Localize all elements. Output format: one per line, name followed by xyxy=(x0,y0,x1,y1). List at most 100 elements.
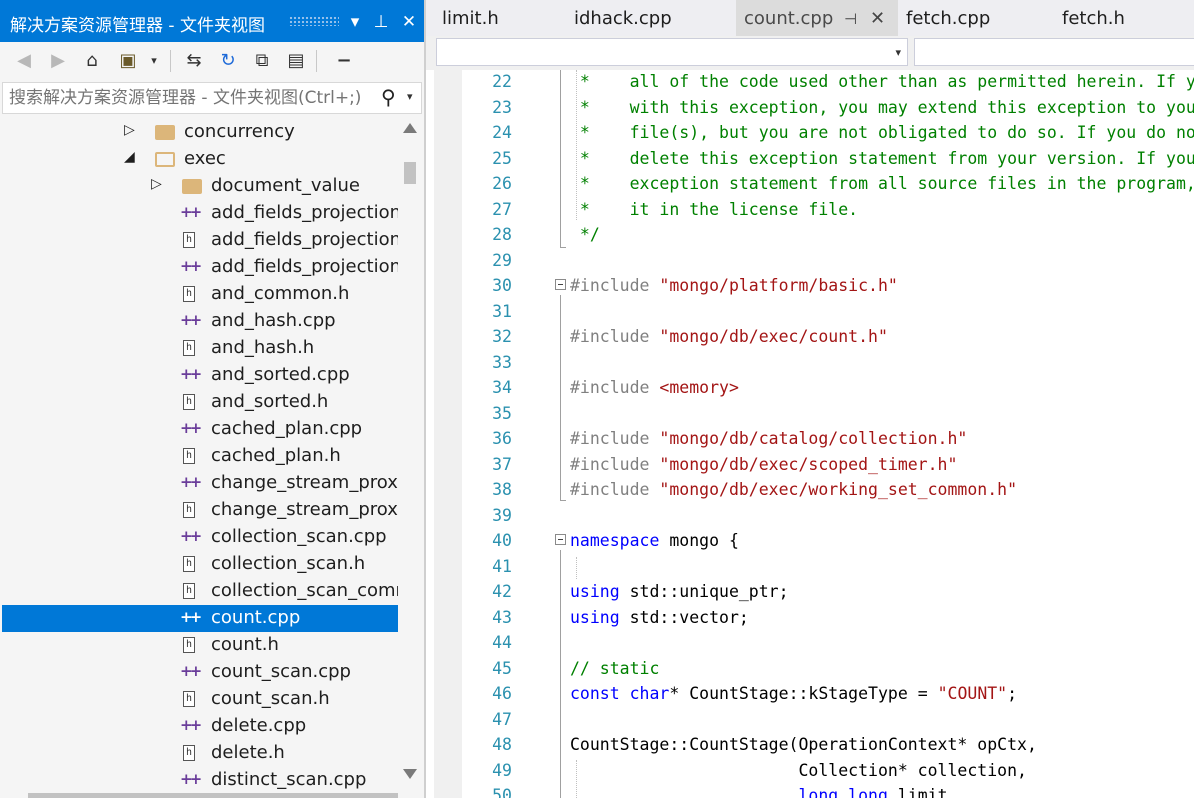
code-line[interactable]: 50 long long limit, xyxy=(462,783,1194,798)
code-line[interactable]: 25 * delete this exception statement fro… xyxy=(462,146,1194,171)
properties-icon[interactable]: − xyxy=(330,48,358,74)
tree-file-item[interactable]: h add_fields_projection_ xyxy=(2,227,398,254)
tab-limit-h[interactable]: limit.h xyxy=(434,0,558,36)
search-icon[interactable]: ⚲ xyxy=(381,85,396,109)
code-editor[interactable]: 22 * all of the code used other than as … xyxy=(462,70,1194,798)
code-line[interactable]: 40 namespace mongo { xyxy=(462,528,1194,553)
code-line[interactable]: 30 #include "mongo/platform/basic.h" xyxy=(462,273,1194,298)
close-panel-button[interactable]: ✕ xyxy=(398,9,420,35)
code-line[interactable]: 28 */ xyxy=(462,222,1194,247)
tree-file-item[interactable]: ++ delete.cpp xyxy=(2,713,398,740)
scrollbar-thumb[interactable] xyxy=(404,162,416,184)
code-line[interactable]: 48 CountStage::CountStage(OperationContex… xyxy=(462,732,1194,757)
collapsed-arrow-icon[interactable]: ▷ xyxy=(151,176,162,192)
tree-vertical-scrollbar[interactable] xyxy=(400,118,422,798)
outline-guide xyxy=(560,500,566,501)
tree-file-item[interactable]: h and_hash.h xyxy=(2,335,398,362)
code-line[interactable]: 44 xyxy=(462,630,1194,655)
code-line[interactable]: 41 xyxy=(462,554,1194,579)
expanded-arrow-icon[interactable]: ◢ xyxy=(124,149,135,165)
code-line[interactable]: 47 xyxy=(462,707,1194,732)
tree-file-item[interactable]: h change_stream_proxy xyxy=(2,497,398,524)
tree-file-item[interactable]: ++ and_sorted.cpp xyxy=(2,362,398,389)
tree-file-item[interactable]: h count_scan.h xyxy=(2,686,398,713)
tree-file-item[interactable]: ++ cached_plan.cpp xyxy=(2,416,398,443)
code-line[interactable]: 22 * all of the code used other than as … xyxy=(462,70,1194,94)
code-line[interactable]: 49 Collection* collection, xyxy=(462,758,1194,783)
pin-tab-icon[interactable]: ⊣ xyxy=(844,0,857,38)
back-icon[interactable]: ◀ xyxy=(10,48,38,74)
show-all-files-icon[interactable]: ▤ xyxy=(282,48,310,74)
switch-views-icon[interactable]: ▣ xyxy=(114,48,142,74)
member-dropdown[interactable] xyxy=(914,38,1194,66)
code-line[interactable]: 34 #include <memory> xyxy=(462,375,1194,400)
code-line[interactable]: 31 xyxy=(462,299,1194,324)
tree-item-label: distinct_scan.cpp xyxy=(211,769,367,790)
tree-folder-item[interactable]: ▷ document_value xyxy=(2,173,398,200)
code-token: * exception statement from all source fi… xyxy=(570,174,1194,193)
forward-icon[interactable]: ▶ xyxy=(44,48,72,74)
collapse-region-icon[interactable] xyxy=(555,279,566,290)
tree-file-item[interactable]: h and_sorted.h xyxy=(2,389,398,416)
code-line[interactable]: 36 #include "mongo/db/catalog/collection.… xyxy=(462,426,1194,451)
sync-with-document-icon[interactable]: ⇆ xyxy=(180,48,208,74)
code-line[interactable]: 33 xyxy=(462,350,1194,375)
close-tab-icon[interactable]: ✕ xyxy=(870,0,885,38)
code-line[interactable]: 37 #include "mongo/db/exec/scoped_timer.h… xyxy=(462,452,1194,477)
tree-file-item[interactable]: ++ count.cpp xyxy=(2,605,398,632)
tab-count-cpp[interactable]: count.cpp ⊣ ✕ xyxy=(736,0,898,36)
tree-file-item[interactable]: h count.h xyxy=(2,632,398,659)
scope-dropdown[interactable]: ▾ xyxy=(436,38,908,66)
tree-file-item[interactable]: ++ change_stream_proxy xyxy=(2,470,398,497)
tree-file-item[interactable]: h and_common.h xyxy=(2,281,398,308)
code-line[interactable]: 24 * file(s), but you are not obligated … xyxy=(462,120,1194,145)
code-line[interactable]: 43 using std::vector; xyxy=(462,605,1194,630)
refresh-icon[interactable]: ↻ xyxy=(214,48,242,74)
panel-splitter[interactable] xyxy=(424,0,426,798)
code-line[interactable]: 39 xyxy=(462,503,1194,528)
tree-file-item[interactable]: h delete.h xyxy=(2,740,398,767)
tree-file-item[interactable]: ++ distinct_scan.cpp xyxy=(2,767,398,794)
collapse-region-icon[interactable] xyxy=(555,534,566,545)
home-icon[interactable]: ⌂ xyxy=(78,48,106,74)
tree-item-label: count_scan.h xyxy=(211,688,330,709)
code-line[interactable]: 32 #include "mongo/db/exec/count.h" xyxy=(462,324,1194,349)
search-options-dropdown-icon[interactable]: ▾ xyxy=(407,90,413,103)
tree-file-item[interactable]: ++ add_fields_projection_ xyxy=(2,200,398,227)
tree-horizontal-scrollbar[interactable] xyxy=(28,793,398,798)
tree-file-item[interactable]: ++ and_hash.cpp xyxy=(2,308,398,335)
tab-fetch-cpp[interactable]: fetch.cpp xyxy=(898,0,1054,36)
code-line[interactable]: 35 xyxy=(462,401,1194,426)
code-line[interactable]: 46 const char* CountStage::kStageType = "… xyxy=(462,681,1194,706)
drag-grip[interactable] xyxy=(289,16,339,26)
code-line[interactable]: 26 * exception statement from all source… xyxy=(462,171,1194,196)
tree-file-item[interactable]: ++ collection_scan.cpp xyxy=(2,524,398,551)
tab-idhack-cpp[interactable]: idhack.cpp xyxy=(566,0,736,36)
tree-file-item[interactable]: h collection_scan_comm xyxy=(2,578,398,605)
tree-folder-item[interactable]: ▷ concurrency xyxy=(2,119,398,146)
collapsed-arrow-icon[interactable]: ▷ xyxy=(124,122,135,138)
line-number: 32 xyxy=(492,327,512,346)
tree-file-item[interactable]: h collection_scan.h xyxy=(2,551,398,578)
scroll-down-arrow-icon[interactable] xyxy=(403,769,417,779)
cpp-file-icon: ++ xyxy=(180,419,202,437)
scroll-up-arrow-icon[interactable] xyxy=(403,123,417,133)
switch-views-dropdown-icon[interactable]: ▾ xyxy=(140,48,168,74)
code-line[interactable]: 29 xyxy=(462,248,1194,273)
tab-fetch-h[interactable]: fetch.h xyxy=(1054,0,1194,36)
tree-folder-item[interactable]: ◢ exec xyxy=(2,146,398,173)
code-token: "mongo/platform/basic.h" xyxy=(659,276,898,295)
tree-file-item[interactable]: ++ add_fields_projection_ xyxy=(2,254,398,281)
code-token: * delete this exception statement from y… xyxy=(570,148,1194,168)
window-position-dropdown-button[interactable]: ▾ xyxy=(344,9,366,35)
code-line[interactable]: 38 #include "mongo/db/exec/working_set_co… xyxy=(462,477,1194,502)
code-line[interactable]: 42 using std::unique_ptr; xyxy=(462,579,1194,604)
code-line[interactable]: 23 * with this exception, you may extend… xyxy=(462,95,1194,120)
collapse-all-icon[interactable]: ⧉ xyxy=(248,48,276,74)
code-line[interactable]: 27 * it in the license file. xyxy=(462,197,1194,222)
code-line[interactable]: 45 // static xyxy=(462,656,1194,681)
pin-icon[interactable]: ⊥ xyxy=(370,9,392,35)
search-input[interactable] xyxy=(9,88,371,108)
tree-file-item[interactable]: h cached_plan.h xyxy=(2,443,398,470)
tree-file-item[interactable]: ++ count_scan.cpp xyxy=(2,659,398,686)
